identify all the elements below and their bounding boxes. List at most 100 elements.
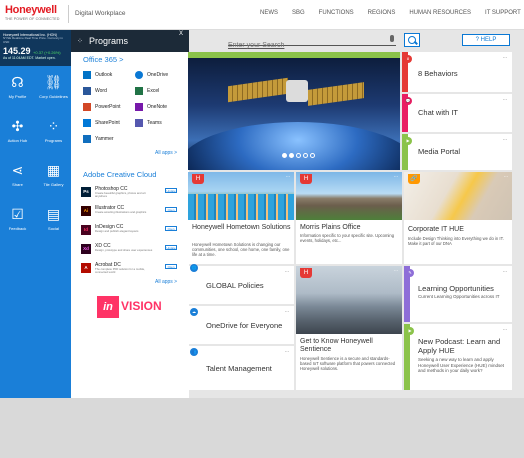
tile-label: Programs xyxy=(44,138,63,143)
stock-change: +0.37 (+0.26%) xyxy=(33,50,61,55)
grid-icon: ⁘ xyxy=(47,118,60,134)
tile-social[interactable]: ▤ Social xyxy=(36,200,71,242)
feature-accent xyxy=(188,52,400,58)
more-icon[interactable]: ... xyxy=(503,54,507,60)
card-description: Honeywell Hometown Solutions is changing… xyxy=(192,242,290,257)
app-name: OneDrive xyxy=(147,72,169,78)
card-corporate-it-hue[interactable]: 🔗 ... Corporate IT HUE Include Design Th… xyxy=(404,172,512,264)
app-powerpoint[interactable]: PowerPoint xyxy=(83,103,121,111)
search-button[interactable] xyxy=(404,33,420,47)
tile-chat-with-it[interactable]: 💬 ... Chat with IT xyxy=(402,94,512,132)
app-name: OneNote xyxy=(147,104,168,110)
card-honeywell-sentience[interactable]: H ... Get to Know Honeywell Sentience Ho… xyxy=(296,266,402,390)
invision-logo[interactable]: in VISION xyxy=(97,296,167,318)
tile-programs[interactable]: ⁘ Programs xyxy=(36,112,71,154)
learning-icon: ✎ xyxy=(406,269,414,277)
app-illustrator[interactable]: Ai Illustrator CC Create amazing illustr… xyxy=(81,204,181,224)
honeywell-logo[interactable]: Honeywell THE POWER OF CONNECTED xyxy=(5,4,61,21)
tile-title: Talent Management xyxy=(206,364,272,373)
more-icon[interactable]: ... xyxy=(285,348,289,354)
tile-share[interactable]: ⋖ Share xyxy=(0,156,35,198)
app-name: Word xyxy=(95,88,107,94)
app-outlook[interactable]: Outlook xyxy=(83,71,112,79)
help-button[interactable]: ? HELP xyxy=(462,34,510,46)
tile-corp-guidelines[interactable]: ⛓ Corp Guidelines xyxy=(36,68,71,110)
open-button[interactable]: Open xyxy=(165,226,177,231)
app-name: Yammer xyxy=(95,136,114,142)
app-onenote[interactable]: OneNote xyxy=(135,103,167,111)
tile-media-portal[interactable]: ▶ ... Media Portal xyxy=(402,134,512,170)
more-icon[interactable]: ... xyxy=(285,308,289,314)
office-all-apps-link[interactable]: All apps > xyxy=(155,150,177,156)
app-teams[interactable]: Teams xyxy=(135,119,162,127)
tile-label: Action Hub xyxy=(7,138,28,143)
nav-sbg[interactable]: SBG xyxy=(292,10,305,16)
app-onedrive[interactable]: OneDrive xyxy=(135,71,168,79)
tile-my-profile[interactable]: ☊ My Profile xyxy=(0,68,35,110)
office-365-title[interactable]: Office 365 > xyxy=(83,55,124,64)
more-icon[interactable]: ... xyxy=(503,136,507,142)
search-input[interactable] xyxy=(228,42,378,49)
tile-action-hub[interactable]: ✣ Action Hub xyxy=(0,112,35,154)
adobe-cc-title[interactable]: Adobe Creative Cloud xyxy=(83,170,156,179)
app-xd[interactable]: Xd XD CC Design, prototype and share use… xyxy=(81,242,181,262)
more-icon[interactable]: ... xyxy=(286,173,290,179)
top-navigation: NEWS SBG FUNCTIONS REGIONS HUMAN RESOURC… xyxy=(260,10,521,16)
more-icon[interactable]: ... xyxy=(285,268,289,274)
logo-tagline: THE POWER OF CONNECTED xyxy=(5,17,60,21)
nav-human-resources[interactable]: HUMAN RESOURCES xyxy=(409,10,471,16)
more-icon[interactable]: ... xyxy=(394,173,398,179)
tile-8-behaviors[interactable]: 8 ... 8 Behaviors xyxy=(402,52,512,92)
carousel-dot[interactable] xyxy=(310,153,315,158)
tile-talent-management[interactable]: 👥 ... Talent Management xyxy=(188,346,294,390)
close-icon[interactable]: X xyxy=(179,31,183,37)
sharepoint-icon xyxy=(83,119,91,127)
more-icon[interactable]: ... xyxy=(394,267,398,273)
tile-new-podcast[interactable]: ▶ ... New Podcast: Learn and Apply HUE S… xyxy=(404,324,512,390)
site-name[interactable]: Digital Workplace xyxy=(75,10,125,17)
microphone-icon[interactable] xyxy=(390,35,394,42)
app-word[interactable]: Word xyxy=(83,87,107,95)
tile-label: Share xyxy=(12,182,23,187)
update-button[interactable]: Update xyxy=(165,188,177,193)
carousel-dot[interactable] xyxy=(289,153,294,158)
carousel-dot[interactable] xyxy=(296,153,301,158)
nav-it-support[interactable]: IT SUPPORT xyxy=(485,10,521,16)
tile-feedback[interactable]: ☑ Feedback xyxy=(0,200,35,242)
app-yammer[interactable]: Yammer xyxy=(83,135,114,143)
open-button[interactable]: Open xyxy=(165,264,177,269)
open-button[interactable]: Open xyxy=(165,207,177,212)
acrobat-icon: A xyxy=(81,263,91,273)
card-morris-plains[interactable]: H ... Morris Plains Office Information s… xyxy=(296,172,402,264)
app-acrobat[interactable]: A Acrobat DC The complete PDF solution f… xyxy=(81,261,181,281)
action-hub-icon: ✣ xyxy=(11,118,24,134)
tile-onedrive-for-everyone[interactable]: ☁ ... OneDrive for Everyone xyxy=(188,306,294,344)
tile-label: Social xyxy=(48,226,59,231)
card-hometown-solutions[interactable]: H ... Honeywell Hometown Solutions Honey… xyxy=(188,172,294,264)
app-sharepoint[interactable]: SharePoint xyxy=(83,119,120,127)
app-indesign[interactable]: Id InDesign CC Design and publish elegan… xyxy=(81,223,181,243)
tile-tile-gallery[interactable]: ▦ Tile Gallery xyxy=(36,156,71,198)
card-title: Honeywell Hometown Solutions xyxy=(192,224,291,231)
more-icon[interactable]: ... xyxy=(503,268,507,274)
app-description: Create beautiful graphics, photos and ar… xyxy=(95,191,146,199)
user-icon: ☊ xyxy=(11,74,24,90)
nav-news[interactable]: NEWS xyxy=(260,10,278,16)
nav-functions[interactable]: FUNCTIONS xyxy=(319,10,354,16)
update-button[interactable]: Update xyxy=(165,245,177,250)
nav-regions[interactable]: REGIONS xyxy=(368,10,396,16)
app-excel[interactable]: Excel xyxy=(135,87,159,95)
carousel-dot[interactable] xyxy=(282,153,287,158)
adobe-all-apps-link[interactable]: All apps > xyxy=(155,279,177,285)
carousel-dot[interactable] xyxy=(303,153,308,158)
logo-text: Honeywell xyxy=(5,4,57,16)
app-name: PowerPoint xyxy=(95,104,121,110)
cloud-icon: ☁ xyxy=(190,308,198,316)
tile-global-policies[interactable]: 🌐 ... GLOBAL Policies xyxy=(188,264,294,304)
more-icon[interactable]: ... xyxy=(504,173,508,179)
social-icon: ▤ xyxy=(46,206,61,222)
more-icon[interactable]: ... xyxy=(503,96,507,102)
app-photoshop[interactable]: Ps Photoshop CC Create beautiful graphic… xyxy=(81,185,181,205)
more-icon[interactable]: ... xyxy=(503,326,507,332)
tile-learning-opportunities[interactable]: ✎ ... Learning Opportunities Current Lea… xyxy=(404,266,512,322)
